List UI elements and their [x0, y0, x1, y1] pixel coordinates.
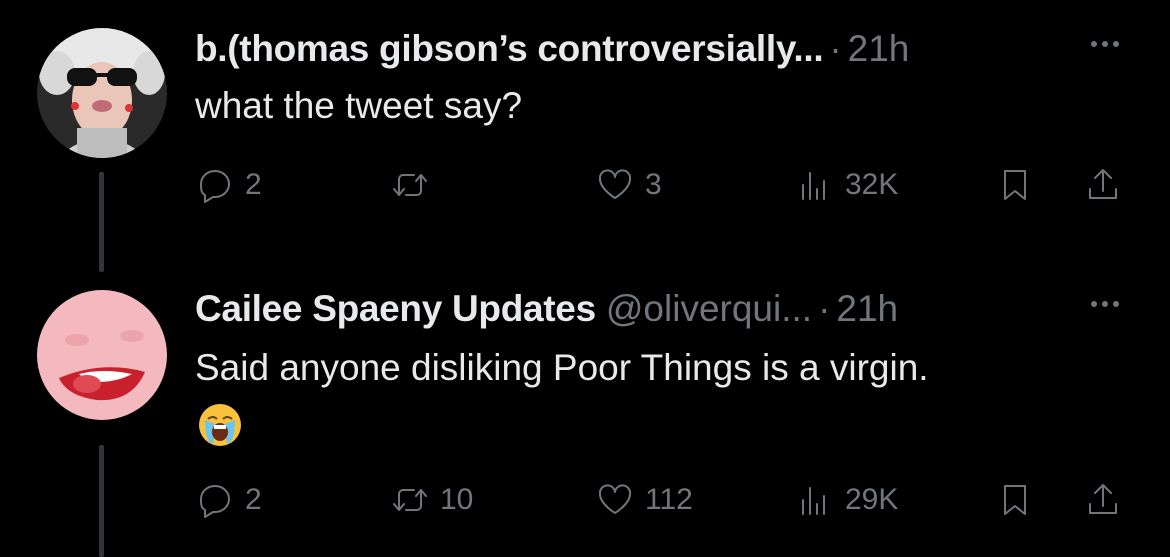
- like-count: 3: [645, 168, 662, 201]
- tweet-2[interactable]: Cailee Spaeny Updates @oliverqui... · 21…: [0, 270, 1170, 557]
- share-button[interactable]: [1083, 475, 1123, 525]
- action-bar: 2 3 32K: [195, 160, 1130, 210]
- views-button[interactable]: 32K: [795, 160, 898, 210]
- separator-dot: ·: [829, 28, 842, 69]
- avatar-image: [37, 290, 167, 420]
- views-count: 32K: [845, 168, 899, 201]
- like-button[interactable]: 3: [595, 160, 662, 210]
- user-handle[interactable]: @oliverqui...: [606, 288, 812, 330]
- views-button[interactable]: 29K: [795, 475, 898, 525]
- analytics-icon: [802, 487, 825, 515]
- timestamp[interactable]: 21h: [848, 28, 910, 70]
- separator-dot: ·: [818, 288, 831, 329]
- bookmark-button[interactable]: [995, 475, 1035, 525]
- reply-icon: [200, 170, 230, 203]
- display-name[interactable]: b.(thomas gibson’s controversially...: [195, 28, 824, 70]
- like-count: 112: [645, 483, 693, 516]
- retweet-button[interactable]: [390, 160, 440, 210]
- avatar[interactable]: [37, 28, 167, 158]
- retweet-count: 10: [440, 483, 474, 516]
- reply-icon: [200, 485, 230, 518]
- avatar[interactable]: [37, 290, 167, 420]
- like-button[interactable]: 112: [595, 475, 693, 525]
- timestamp[interactable]: 21h: [836, 288, 898, 330]
- thread-line: [99, 445, 104, 557]
- tweet-text: Said anyone disliking Poor Things is a v…: [195, 347, 929, 388]
- share-icon: [1089, 169, 1117, 199]
- action-bar: 2 10 112 29K: [195, 475, 1130, 525]
- reply-count: 2: [245, 168, 262, 201]
- tweet-text: what the tweet say?: [195, 85, 523, 126]
- avatar-image: [37, 28, 167, 158]
- tweet-1[interactable]: b.(thomas gibson’s controversially... · …: [0, 0, 1170, 272]
- retweet-icon: [393, 174, 427, 196]
- analytics-icon: [802, 172, 825, 200]
- reply-button[interactable]: 2: [195, 160, 262, 210]
- thread-line: [99, 172, 104, 272]
- more-options-icon[interactable]: [1085, 294, 1125, 314]
- heart-icon: [598, 169, 632, 199]
- reply-count: 2: [245, 483, 262, 516]
- reply-button[interactable]: 2: [195, 475, 262, 525]
- views-count: 29K: [845, 483, 899, 516]
- bookmark-button[interactable]: [995, 160, 1035, 210]
- retweet-icon: [393, 489, 427, 511]
- loudly-crying-face-icon: [199, 404, 241, 446]
- heart-icon: [598, 484, 632, 514]
- share-icon: [1089, 484, 1117, 514]
- retweet-button[interactable]: 10: [390, 475, 473, 525]
- display-name[interactable]: Cailee Spaeny Updates: [195, 288, 596, 330]
- share-button[interactable]: [1083, 160, 1123, 210]
- tweet-header: b.(thomas gibson’s controversially... · …: [195, 28, 1130, 78]
- bookmark-icon: [1004, 170, 1026, 200]
- tweet-header: Cailee Spaeny Updates @oliverqui... · 21…: [195, 288, 1130, 338]
- more-options-icon[interactable]: [1085, 34, 1125, 54]
- bookmark-icon: [1004, 485, 1026, 515]
